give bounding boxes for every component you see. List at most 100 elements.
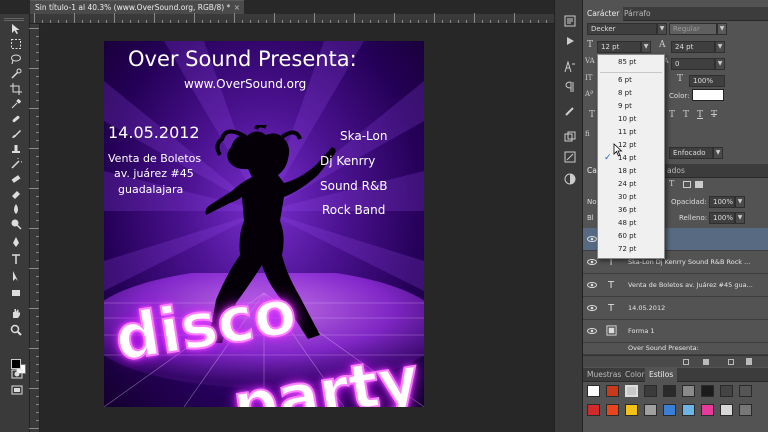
filter-shape-icon[interactable] [683,181,691,188]
fill-field[interactable]: 100% [709,212,735,224]
healing-icon[interactable] [9,113,23,125]
character-panel-icon[interactable] [563,60,576,73]
opacity-field[interactable]: 100% [709,196,735,208]
screen-mode-icon[interactable] [10,384,24,396]
font-style-select[interactable]: Regular [669,23,717,35]
gradient-icon[interactable] [9,188,23,200]
dropdown-option[interactable]: 85 pt [598,56,664,69]
chevron-down-icon[interactable]: ▼ [715,58,725,70]
font-size-field[interactable]: 12 pt [597,41,641,53]
ligature-icon[interactable]: fi [585,130,590,138]
visibility-eye-icon[interactable] [587,303,597,313]
chevron-down-icon[interactable]: ▼ [717,23,727,35]
poster-canvas[interactable]: Over Sound Presenta: www.OverSound.org 1… [104,41,424,407]
chevron-down-icon[interactable]: ▼ [735,212,745,224]
brush-presets-icon[interactable] [563,104,576,117]
style-swatch[interactable] [625,404,638,416]
style-swatch[interactable] [587,404,600,416]
history-brush-icon[interactable] [9,158,23,170]
foreground-color-swatch[interactable] [11,359,21,369]
tab-paths[interactable]: ados [663,164,689,178]
marquee-icon[interactable] [9,38,23,50]
trash-icon[interactable] [746,358,752,365]
chevron-down-icon[interactable]: ▼ [713,147,723,159]
visibility-eye-icon[interactable] [587,257,597,267]
shape-icon[interactable] [9,287,23,299]
horizontal-ruler[interactable] [30,13,554,24]
style-swatch[interactable] [644,385,657,397]
new-layer-icon[interactable] [728,359,734,365]
dropdown-option[interactable]: 12 pt [598,139,664,152]
dropdown-option-checked[interactable]: ✓ 14 pt [598,152,664,165]
visibility-eye-icon[interactable] [587,234,597,244]
style-swatch[interactable] [606,385,619,397]
font-size-dropdown[interactable]: 85 pt 6 pt 8 pt 9 pt 10 pt 11 pt 12 pt ✓… [597,54,665,259]
underline-icon[interactable]: T [697,110,703,120]
style-swatch[interactable] [663,385,676,397]
layer-row[interactable]: Forma 1 [583,320,768,343]
history-icon[interactable] [563,14,576,27]
text-color-swatch[interactable] [692,89,724,101]
quick-select-icon[interactable] [9,68,23,80]
adjustment-layer-icon[interactable] [703,359,709,365]
tool-presets-icon[interactable] [563,150,576,163]
tab-paragraph[interactable]: Párrafo [620,7,655,21]
tab-character[interactable]: Carácter [583,7,624,21]
dropdown-option[interactable]: 60 pt [598,230,664,243]
quick-mask-icon[interactable] [10,368,24,380]
style-swatch[interactable] [606,404,619,416]
eraser-icon[interactable] [9,173,23,185]
chevron-down-icon[interactable]: ▼ [641,41,651,53]
vertical-ruler[interactable] [29,24,40,432]
visibility-eye-icon[interactable] [587,280,597,290]
dropdown-option[interactable]: 72 pt [598,243,664,256]
dropdown-option[interactable]: 48 pt [598,217,664,230]
crop-icon[interactable] [9,83,23,95]
font-family-select[interactable]: Decker [587,23,657,35]
dropdown-option[interactable]: 8 pt [598,87,664,100]
tab-swatches[interactable]: Muestras [583,368,625,382]
filter-smart-icon[interactable] [695,181,703,188]
hand-icon[interactable] [9,307,23,319]
visibility-eye-icon[interactable] [587,326,597,336]
path-select-icon[interactable] [9,270,23,282]
pen-icon[interactable] [9,236,23,248]
layer-row[interactable]: T 14.05.2012 [583,297,768,320]
zoom-icon[interactable] [9,324,23,336]
horizontal-scale-field[interactable]: 100% [689,75,725,87]
dropdown-option[interactable]: 36 pt [598,204,664,217]
style-swatch[interactable] [644,404,657,416]
dodge-icon[interactable] [9,218,23,230]
chevron-down-icon[interactable]: ▼ [715,41,725,53]
style-swatch[interactable] [663,404,676,416]
superscript-icon[interactable]: T [669,110,675,120]
faux-bold-icon[interactable]: T [589,110,595,120]
blur-icon[interactable] [9,203,23,215]
chevron-down-icon[interactable]: ▼ [657,23,667,35]
style-swatch[interactable] [625,385,638,397]
adjustments-icon[interactable] [563,172,576,185]
clone-source-icon[interactable] [563,130,576,143]
dropdown-option[interactable]: 9 pt [598,100,664,113]
document-tab[interactable]: Sin título-1 al 40.3% (www.OverSound.org… [30,0,244,14]
antialias-select[interactable]: Enfocado [669,147,713,159]
dropdown-option[interactable]: 11 pt [598,126,664,139]
style-swatch[interactable] [701,385,714,397]
style-swatch[interactable] [720,385,733,397]
lasso-icon[interactable] [9,53,23,65]
type-icon[interactable] [9,253,23,265]
new-group-icon[interactable] [683,359,689,365]
filter-type-icon[interactable]: T [669,179,674,188]
leading-field[interactable]: 24 pt [671,41,715,53]
layer-row[interactable]: Over Sound Presenta: [583,343,768,355]
stamp-icon[interactable] [9,143,23,155]
dropdown-option[interactable]: 6 pt [598,74,664,87]
style-swatch[interactable] [682,404,695,416]
eyedropper-icon[interactable] [9,98,23,110]
style-swatch[interactable] [701,404,714,416]
style-swatch[interactable] [739,385,752,397]
move-icon[interactable] [9,23,23,35]
brush-icon[interactable] [9,128,23,140]
dropdown-option[interactable]: 24 pt [598,178,664,191]
style-swatch[interactable] [739,404,752,416]
